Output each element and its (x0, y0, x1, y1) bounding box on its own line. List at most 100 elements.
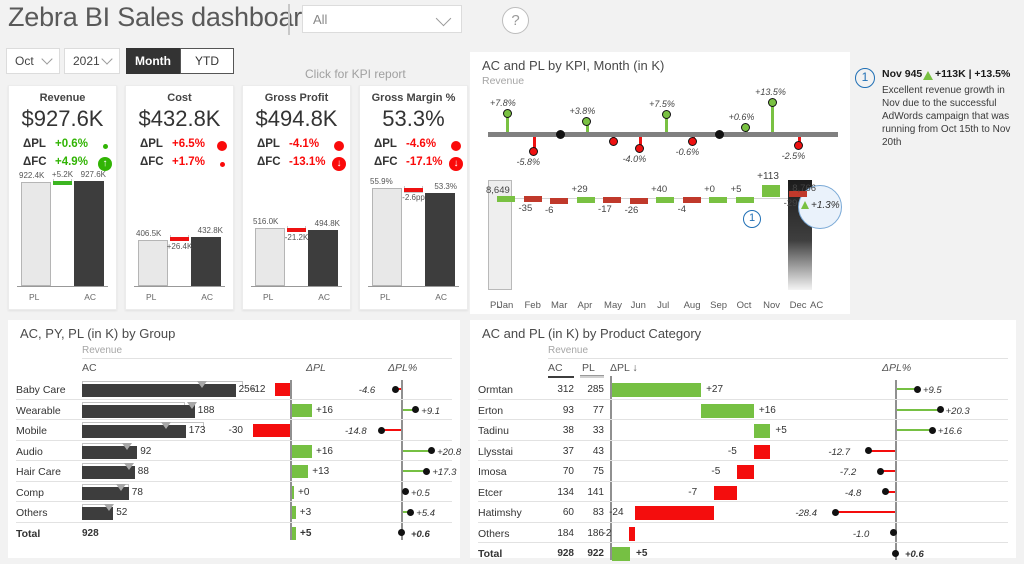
waterfall-label: -29 (783, 197, 798, 209)
ac-value: 88 (137, 466, 149, 477)
row-label: Others (478, 527, 510, 540)
chevron-down-icon (101, 53, 113, 65)
waterfall-segment (629, 198, 648, 204)
up-triangle-icon (801, 201, 809, 209)
kpi-axis-label-right: AC (84, 292, 96, 302)
ac-value: 92 (140, 445, 152, 457)
dplpct-dot (407, 508, 415, 516)
kpi-axis (368, 286, 459, 287)
col-header-dplpct: ΔPL% (882, 362, 912, 374)
row-label: Llysstai (478, 445, 514, 458)
kpi-axis-label-left: PL (29, 292, 40, 302)
global-filter-dropdown[interactable]: All (302, 5, 462, 33)
waterfall-bar (737, 465, 754, 479)
pin-axis-line (488, 132, 838, 137)
total-dplpct-label: +0.6 (905, 549, 924, 560)
py-marker-icon (116, 483, 126, 491)
dplpct-line (835, 511, 895, 513)
status-dot-icon (451, 141, 461, 151)
variance-pin-chart: +7.8% -5.8% +3.8% -4.0% +7.5% -0.6% +0.6% +13.5… (488, 87, 838, 174)
row-divider (16, 460, 452, 461)
row-divider (16, 419, 452, 420)
pin-label: +13.5% (755, 87, 786, 98)
ac-value: 188 (197, 404, 215, 416)
waterfall-bar (635, 506, 715, 520)
py-marker-icon (123, 463, 134, 470)
row-divider (16, 439, 452, 441)
chart-by-product-category: AC and PL (in K) by Product Category Rev… (470, 320, 1016, 561)
ac-value: 60 (562, 507, 574, 518)
dplpct-dot (876, 467, 884, 475)
ac-value: 312 (557, 384, 574, 395)
chart-bl-subtitle: Revenue (82, 345, 123, 356)
row-label: Hair Care (16, 466, 61, 478)
waterfall-label: +5 (775, 425, 787, 436)
kpi-value: $494.8K (255, 106, 338, 131)
dplpct-label: +0.5 (411, 487, 430, 499)
kpi-variance-bar (287, 227, 306, 232)
dpl-bar (292, 506, 296, 519)
waterfall-label: +40 (651, 184, 668, 196)
kpi-card-revenue[interactable]: Revenue $927.6K ΔPL +0.6% ΔFC +4.9% ↑ 922.4K 927… (8, 85, 117, 310)
kpi-title: Cost (167, 92, 192, 104)
header-rule (82, 358, 452, 359)
row-divider (478, 419, 1008, 420)
status-dot-icon (220, 162, 225, 167)
dplpct-label: +20.3 (945, 405, 970, 417)
year-slicer[interactable]: 2021 (64, 48, 120, 74)
row-label: Etcer (478, 486, 503, 499)
kpi-ac-label: 53.3% (434, 181, 457, 191)
status-dot-icon: ↑ (98, 157, 112, 171)
kpi-pl-label: 516.0K (253, 216, 279, 226)
status-dot-icon (334, 141, 344, 151)
toggle-ytd-button[interactable]: YTD (180, 48, 234, 74)
kpi-bar-ac (74, 181, 104, 286)
ac-value: 184 (557, 527, 574, 539)
variance-pin: +0.6% (729, 94, 754, 174)
kpi-delta-row: ΔPL -4.6% (360, 138, 467, 154)
pin-head (582, 116, 592, 126)
kpi-report-hint: Click for KPI report (305, 67, 406, 81)
pl-value: 285 (587, 384, 604, 395)
dplpct-label: -1.0 (852, 528, 870, 540)
pin-label: -4.0% (622, 153, 647, 164)
kpi-delta-row: ΔPL -4.1% (243, 138, 350, 154)
month-slicer-value: Oct (15, 54, 34, 68)
toggle-month-button[interactable]: Month (126, 48, 180, 74)
kpi-card-gross-margin[interactable]: Gross Margin % 53.3% ΔPL -4.6% ΔFC -17.1% ↓ 55.… (359, 85, 468, 310)
dplpct-dot (412, 406, 420, 413)
kpi-delta-value: +6.5% (172, 138, 205, 150)
axis-label-month: Oct (736, 300, 752, 311)
question-mark-icon[interactable]: ? (502, 7, 529, 34)
kpi-delta-value: -4.1% (289, 138, 320, 150)
dpl-label: +16 (316, 445, 333, 457)
row-divider (16, 521, 452, 523)
dpl-bar (275, 383, 290, 396)
kpi-card-cost[interactable]: Cost $432.8K ΔPL +6.5% ΔFC +1.7% 406.5K 432.8K +… (125, 85, 234, 310)
global-filter-value: All (313, 12, 328, 27)
row-divider (478, 398, 1008, 400)
pin-head (688, 137, 698, 147)
dpl-bar (292, 444, 312, 458)
annotation-marker-1[interactable]: 1 (743, 210, 761, 228)
pin-head (714, 130, 724, 139)
pin-label: -0.6% (675, 147, 700, 158)
kpi-delta-label: ΔFC (374, 156, 398, 168)
status-dot-icon: ↓ (449, 157, 463, 171)
chart-ac-pl-by-kpi-month: AC and PL by KPI, Month (in K) Revenue +… (470, 52, 850, 314)
pin-label: +7.8% (490, 98, 516, 109)
ac-column-rule (548, 376, 574, 378)
axis-label-month: Jun (630, 300, 646, 311)
kpi-card-gross-profit[interactable]: Gross Profit $494.8K ΔPL -4.1% ΔFC -13.1% ↓ 516… (242, 85, 351, 310)
waterfall-label: -6 (545, 205, 554, 217)
row-label: Imosa (478, 466, 507, 478)
month-slicer[interactable]: Oct (6, 48, 60, 74)
waterfall-bar (753, 444, 771, 459)
waterfall-label: -4 (677, 204, 687, 216)
dpl-label: +16 (316, 404, 333, 416)
status-dot-icon: ↓ (332, 157, 346, 171)
pin-label: -2.5% (781, 150, 806, 161)
total-label: Total (16, 527, 41, 540)
waterfall-label: -2 (602, 527, 612, 539)
py-marker-icon (104, 504, 114, 511)
